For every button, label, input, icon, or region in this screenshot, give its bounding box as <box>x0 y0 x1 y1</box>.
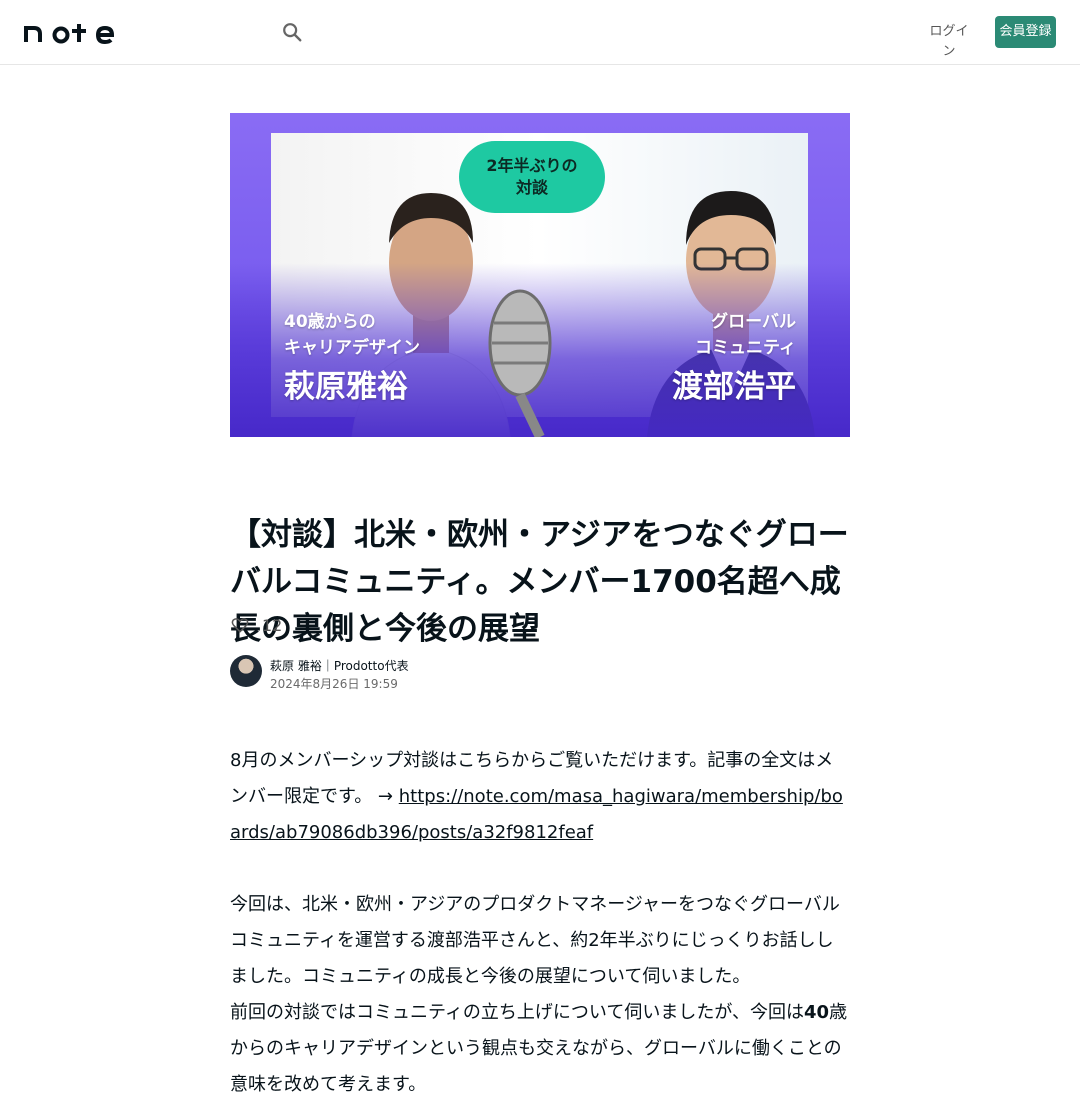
article-paragraph-3: 前回の対談ではコミュニティの立ち上げについて伺いましたが、今回は40歳からのキャ… <box>230 995 850 1103</box>
hero-right-subtitle-line1: グローバル <box>711 312 796 332</box>
search-icon[interactable] <box>281 21 303 43</box>
hero-left-name: 萩原雅裕 <box>284 369 408 405</box>
post-date: 2024年8月26日 19:59 <box>270 677 398 691</box>
hero-badge: 2年半ぶりの 対談 <box>459 141 605 213</box>
author-name[interactable]: 萩原 雅裕｜Prodotto代表 <box>270 657 409 674</box>
hero-badge-line2: 対談 <box>515 178 548 197</box>
hero-badge-line1: 2年半ぶりの <box>486 156 578 175</box>
heart-icon[interactable] <box>230 615 250 635</box>
hero-image: 2年半ぶりの 対談 40歳からの キャリアデザイン 萩原雅裕 グローバル コミュ… <box>230 113 850 437</box>
microphone-icon <box>488 289 552 437</box>
like-row: 12 <box>230 614 282 636</box>
note-logo[interactable] <box>24 20 124 44</box>
hero-right-name: 渡部浩平 <box>672 369 796 405</box>
signup-button[interactable]: 会員登録 <box>995 16 1056 48</box>
login-link[interactable]: ログイン <box>924 22 974 59</box>
article-paragraph-1: 8月のメンバーシップ対談はこちらからご覧いただけます。記事の全文はメンバー限定で… <box>230 743 850 851</box>
paragraph-3-bold: 40 <box>804 1002 830 1023</box>
hero-left-subtitle-line1: 40歳からの <box>284 312 376 332</box>
author-avatar[interactable] <box>230 655 262 687</box>
hero-right-subtitle-line2: コミュニティ <box>695 338 796 358</box>
site-header: ログイン 会員登録 <box>0 0 1080 65</box>
hero-left-subtitle: 40歳からの キャリアデザイン <box>284 309 420 361</box>
hero-right-subtitle: グローバル コミュニティ <box>695 309 796 361</box>
article-title: 【対談】北米・欧州・アジアをつなぐグローバルコミュニティ。メンバー1700名超へ… <box>230 517 849 647</box>
article-paragraph-2: 今回は、北米・欧州・アジアのプロダクトマネージャーをつなぐグローバルコミュニティ… <box>230 894 840 987</box>
paragraph-3-text-before: 前回の対談ではコミュニティの立ち上げについて伺いましたが、今回は <box>230 1002 805 1023</box>
hero-left-subtitle-line2: キャリアデザイン <box>284 338 420 358</box>
like-count: 12 <box>262 615 283 635</box>
